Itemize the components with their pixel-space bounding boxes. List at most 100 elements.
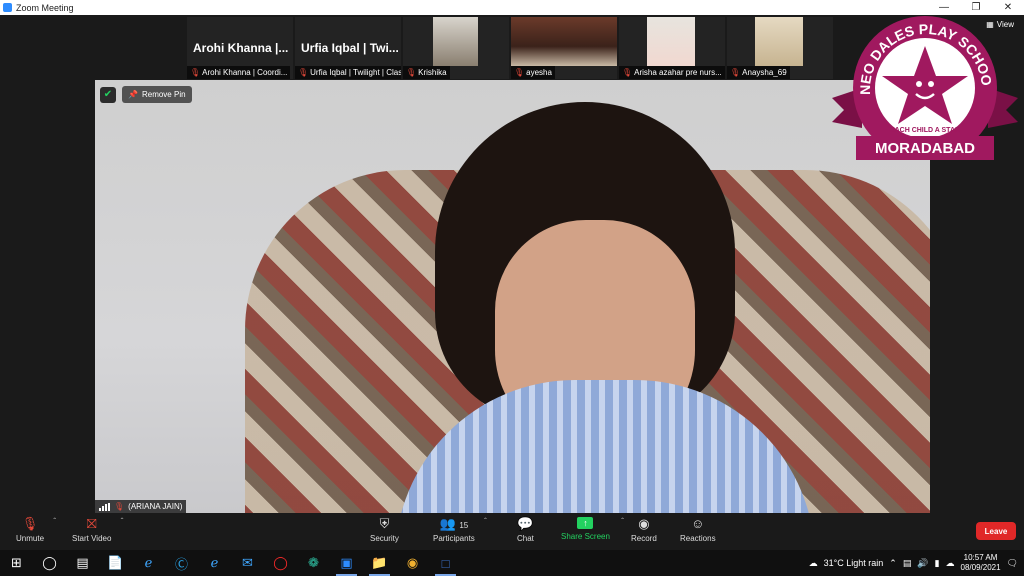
- leave-button[interactable]: Leave: [976, 522, 1016, 540]
- participant-caption: 🎙 ayesha: [511, 66, 555, 79]
- start-video-label: Start Video: [72, 534, 112, 543]
- participants-icon: 👥 15: [439, 516, 469, 531]
- unmute-button[interactable]: 🎙 Unmute ˆ: [16, 516, 56, 544]
- chevron-up-icon[interactable]: ˆ: [53, 517, 56, 526]
- internet-explorer-icon[interactable]: ℯ: [132, 550, 165, 576]
- mail-icon[interactable]: ✉: [231, 550, 264, 576]
- share-screen-icon: ↑: [577, 517, 594, 529]
- window-title: Zoom Meeting: [16, 2, 74, 13]
- participant-caption-text: Arisha azahar pre nurs...: [634, 68, 722, 77]
- participant-caption: 🎙 Arisha azahar pre nurs...: [619, 66, 725, 79]
- participant-caption: 🎙 Arohi Khanna | Coordi...: [187, 66, 291, 79]
- chevron-up-icon[interactable]: ˆ: [121, 517, 124, 526]
- meeting-toolbar: 🎙 Unmute ˆ ⛝ Start Video ˆ ⛨ Security 👥 …: [0, 513, 1024, 550]
- search-icon[interactable]: ◯: [33, 550, 66, 576]
- chrome-icon[interactable]: ◉: [396, 550, 429, 576]
- system-tray: ☁ 31°C Light rain ⌃ ▤ 🔊 ▮ ☁ 10:57 AM 08/…: [809, 550, 1024, 576]
- participant-big-name: Urfia Iqbal | Twi...: [301, 41, 399, 55]
- chat-button[interactable]: 💬 Chat: [517, 516, 534, 544]
- chevron-up-icon[interactable]: ˆ: [621, 517, 624, 526]
- participant-caption-text: Arohi Khanna | Coordi...: [202, 68, 288, 77]
- logo-tagline: EACH CHILD A STAR: [890, 127, 960, 134]
- pin-controls: ✔ 📌 Remove Pin: [100, 86, 192, 103]
- participant-caption: 🎙 Krishika: [403, 66, 450, 79]
- chevron-up-icon[interactable]: ˆ: [484, 517, 487, 526]
- file-explorer-icon[interactable]: 📁: [363, 550, 396, 576]
- onedrive-icon[interactable]: ☁: [946, 558, 955, 569]
- muted-mic-icon: 🎙: [406, 68, 417, 77]
- edge-legacy-icon[interactable]: ℯ: [198, 550, 231, 576]
- signal-bars-icon: [99, 502, 110, 511]
- task-view-icon[interactable]: ▤: [66, 550, 99, 576]
- reactions-button[interactable]: ☺ Reactions: [680, 516, 716, 544]
- file-icon[interactable]: 📄: [99, 550, 132, 576]
- participants-label: Participants: [433, 534, 475, 543]
- thumbnail-strip: Arohi Khanna |... 🎙 Arohi Khanna | Coordi…: [187, 17, 833, 79]
- windows-start-icon[interactable]: ⊞: [0, 550, 33, 576]
- weather-text[interactable]: 31°C Light rain: [824, 558, 884, 568]
- encryption-shield-icon[interactable]: ✔: [100, 86, 116, 103]
- chat-icon: 💬: [517, 516, 534, 531]
- remove-pin-label: Remove Pin: [141, 90, 186, 99]
- muted-mic-icon: 🎙: [21, 516, 39, 531]
- participants-count: 15: [459, 521, 469, 530]
- school-logo: NEO DALES PLAY SCHOOL EACH CHILD A STAR …: [832, 10, 1018, 160]
- participant-video: [647, 17, 695, 66]
- participant-caption: 🎙 Anaysha_69: [727, 66, 790, 79]
- edge-icon[interactable]: ❁: [297, 550, 330, 576]
- participant-thumbnail[interactable]: Arohi Khanna |... 🎙 Arohi Khanna | Coordi…: [187, 17, 293, 79]
- notification-icon[interactable]: 🗨: [1007, 558, 1018, 569]
- volume-icon[interactable]: 🔊: [917, 558, 928, 569]
- shield-icon: ⛨: [379, 516, 390, 531]
- muted-mic-icon: 🎙: [622, 68, 633, 77]
- record-label: Record: [631, 534, 657, 543]
- participant-thumbnail[interactable]: Urfia Iqbal | Twi... 🎙 Urfia Iqbal | Twil…: [295, 17, 401, 79]
- muted-mic-icon: 🎙: [514, 68, 525, 77]
- share-screen-label: Share Screen: [561, 532, 610, 541]
- opera-icon[interactable]: ◯: [264, 550, 297, 576]
- pinned-participant-name-tag: 🎙 (ARIANA JAIN): [95, 500, 187, 513]
- muted-mic-icon: 🎙: [730, 68, 741, 77]
- participant-caption-text: Anaysha_69: [742, 68, 787, 77]
- battery-icon[interactable]: ▮: [935, 558, 940, 569]
- muted-mic-icon: 🎙: [114, 502, 125, 511]
- windows-taskbar: ⊞ ◯ ▤ 📄 ℯ Ⓒ ℯ ✉ ◯ ❁ ▣ 📁 ◉ □ ☁ 31°C Light…: [0, 550, 1024, 576]
- clock-date: 08/09/2021: [960, 563, 1001, 572]
- muted-mic-icon: 🎙: [190, 68, 201, 77]
- participant-video: [755, 17, 803, 66]
- security-label: Security: [370, 534, 399, 543]
- reactions-label: Reactions: [680, 534, 716, 543]
- participants-button[interactable]: 👥 15 Participants ˆ: [433, 516, 487, 544]
- clock[interactable]: 10:57 AM 08/09/2021: [961, 553, 1001, 573]
- word-icon[interactable]: □: [429, 550, 462, 576]
- zoom-app-icon: [3, 3, 12, 12]
- pinned-video[interactable]: ✔ 📌 Remove Pin 🎙 (ARIANA JAIN): [95, 80, 930, 513]
- unmute-label: Unmute: [16, 534, 45, 543]
- participant-caption-text: Krishika: [418, 68, 447, 77]
- start-video-button[interactable]: ⛝ Start Video ˆ: [72, 516, 123, 544]
- participant-thumbnail[interactable]: 🎙 Krishika: [403, 17, 509, 79]
- record-button[interactable]: ◉ Record: [631, 516, 657, 544]
- clock-time: 10:57 AM: [963, 553, 998, 562]
- chevron-up-icon[interactable]: ⌃: [889, 558, 897, 569]
- participant-thumbnail[interactable]: 🎙 Arisha azahar pre nurs...: [619, 17, 725, 79]
- skype-icon[interactable]: Ⓒ: [165, 550, 198, 576]
- video-off-icon: ⛝: [86, 516, 97, 531]
- share-screen-button[interactable]: ↑ Share Screen ˆ: [561, 517, 624, 541]
- participant-thumbnail[interactable]: 🎙 ayesha: [511, 17, 617, 79]
- participant-thumbnail[interactable]: 🎙 Anaysha_69: [727, 17, 833, 79]
- participant-video: [511, 17, 617, 66]
- smiley-plus-icon: ☺: [691, 516, 705, 531]
- record-icon: ◉: [638, 516, 650, 531]
- weather-icon: ☁: [808, 557, 818, 568]
- pinned-participant-name: (ARIANA JAIN): [128, 502, 183, 511]
- remove-pin-button[interactable]: 📌 Remove Pin: [122, 86, 192, 103]
- pin-icon: 📌: [128, 90, 138, 99]
- zoom-taskbar-icon[interactable]: ▣: [330, 550, 363, 576]
- security-button[interactable]: ⛨ Security: [370, 516, 399, 544]
- network-icon[interactable]: ▤: [903, 558, 912, 569]
- logo-bottom-text: MORADABAD: [875, 140, 975, 157]
- participant-caption: 🎙 Urfia Iqbal | Twilight | Clas...: [295, 66, 401, 79]
- muted-mic-icon: 🎙: [298, 68, 309, 77]
- participant-caption-text: Urfia Iqbal | Twilight | Clas...: [310, 68, 401, 77]
